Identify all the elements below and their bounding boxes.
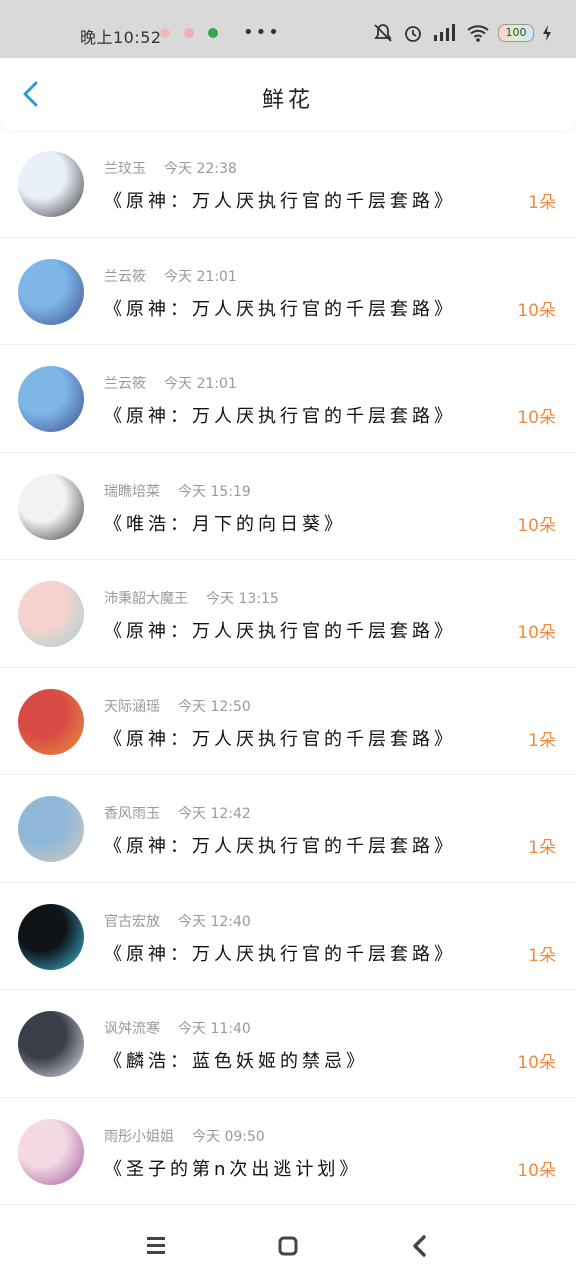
flower-count: 1朵 [528,730,556,751]
list-item[interactable]: 沛秉韶大魔王 今天 13:15 《原神：万人厌执行官的千层套路》 10朵 [0,560,576,668]
avatar[interactable] [18,473,84,540]
mute-bell-icon [374,24,392,42]
header: 鲜花 [0,58,576,130]
flower-count: 10朵 [517,1160,556,1181]
list-item[interactable]: 天际涵瑶 今天 12:50 《原神：万人厌执行官的千层套路》 1朵 [0,668,576,775]
timestamp: 今天 12:50 [178,698,251,715]
timestamp: 今天 12:40 [178,913,251,930]
avatar[interactable] [18,258,84,325]
home-button[interactable] [270,1228,306,1264]
book-title[interactable]: 《原神：万人厌执行官的千层套路》 [104,725,456,751]
timestamp: 今天 11:40 [178,1021,251,1037]
flower-count: 10朵 [517,1053,556,1073]
list-item[interactable]: 瑞瞧培菜 今天 15:19 《唯浩：月下的向日葵》 10朵 [0,453,576,560]
list-item[interactable]: 兰玟玉 今天 22:38 《原神：万人厌执行官的千层套路》 1朵 [0,130,576,238]
timestamp: 今天 12:42 [178,806,251,822]
status-bar: 晚上10:52 ••• 100 [0,0,576,58]
avatar[interactable] [18,1011,84,1077]
list-item[interactable]: 官古宏放 今天 12:40 《原神：万人厌执行官的千层套路》 1朵 [0,883,576,990]
gift-record-list: 兰玟玉 今天 22:38 《原神：万人厌执行官的千层套路》 1朵 兰云筱 今天 21:01… [0,130,576,1205]
battery-icon: 100 [498,24,534,42]
row-meta: 沛秉韶大魔王 今天 13:15 [104,588,279,608]
system-nav-bar [0,1210,576,1280]
more-notifications-icon: ••• [243,22,281,43]
page-title: 鲜花 [261,88,314,113]
notification-icon [184,28,194,38]
row-meta: 兰云筱 今天 21:01 [104,266,237,286]
menu-icon [147,1237,165,1254]
book-title[interactable]: 《原神：万人厌执行官的千层套路》 [104,832,456,858]
user-name[interactable]: 讽舛流寒 [104,1018,160,1038]
notification-icon [160,28,170,38]
avatar[interactable] [18,903,84,970]
alarm-icon [405,26,421,42]
charging-icon [543,25,551,41]
flower-count: 10朵 [517,623,556,643]
flower-count: 1朵 [528,838,556,858]
timestamp: 今天 22:38 [164,161,237,177]
flower-count: 10朵 [517,300,556,321]
list-item[interactable]: 讽舛流寒 今天 11:40 《麟浩：蓝色妖姬的禁忌》 10朵 [0,990,576,1098]
flower-count: 1朵 [528,945,556,966]
avatar[interactable] [18,581,84,647]
flower-count: 10朵 [517,408,556,428]
row-meta: 香风雨玉 今天 12:42 [104,803,251,823]
book-title[interactable]: 《圣子的第n次出逃计划》 [104,1155,361,1181]
signal-icon [434,24,455,41]
menu-button[interactable] [138,1228,174,1264]
row-meta: 官古宏放 今天 12:40 [104,911,251,931]
row-meta: 兰云筱 今天 21:01 [104,373,237,393]
flower-count: 10朵 [517,515,556,536]
user-name[interactable]: 天际涵瑶 [104,696,160,716]
user-name[interactable]: 兰云筱 [104,266,146,286]
status-system-icons: 100 [372,22,552,44]
row-meta: 雨彤小姐姐 今天 09:50 [104,1126,265,1146]
timestamp: 今天 09:50 [192,1128,265,1145]
avatar[interactable] [18,366,84,432]
list-item[interactable]: 雨彤小姐姐 今天 09:50 《圣子的第n次出逃计划》 10朵 [0,1098,576,1205]
row-meta: 兰玟玉 今天 22:38 [104,158,237,178]
timestamp: 今天 15:19 [178,483,251,500]
wifi-icon [467,25,489,42]
avatar[interactable] [18,796,84,862]
row-meta: 讽舛流寒 今天 11:40 [104,1018,251,1038]
home-square-icon [278,1236,298,1256]
user-name[interactable]: 雨彤小姐姐 [104,1126,174,1146]
book-title[interactable]: 《原神：万人厌执行官的千层套路》 [104,187,456,213]
user-name[interactable]: 兰玟玉 [104,158,146,178]
timestamp: 今天 21:01 [164,268,237,285]
list-item[interactable]: 兰云筱 今天 21:01 《原神：万人厌执行官的千层套路》 10朵 [0,238,576,345]
book-title[interactable]: 《原神：万人厌执行官的千层套路》 [104,617,456,643]
list-item[interactable]: 香风雨玉 今天 12:42 《原神：万人厌执行官的千层套路》 1朵 [0,775,576,883]
timestamp: 今天 13:15 [206,591,279,607]
list-item[interactable]: 兰云筱 今天 21:01 《原神：万人厌执行官的千层套路》 10朵 [0,345,576,453]
book-title[interactable]: 《原神：万人厌执行官的千层套路》 [104,402,456,428]
book-title[interactable]: 《麟浩：蓝色妖姬的禁忌》 [104,1047,368,1073]
flower-count: 1朵 [528,193,556,213]
book-title[interactable]: 《原神：万人厌执行官的千层套路》 [104,940,456,966]
book-title[interactable]: 《原神：万人厌执行官的千层套路》 [104,295,456,321]
status-time: 晚上10:52 [80,28,162,47]
avatar[interactable] [18,151,84,217]
avatar[interactable] [18,688,84,755]
avatar[interactable] [18,1118,84,1185]
timestamp: 今天 21:01 [164,376,237,392]
back-triangle-icon [413,1235,426,1257]
user-name[interactable]: 官古宏放 [104,911,160,931]
user-name[interactable]: 香风雨玉 [104,803,160,823]
system-back-button[interactable] [402,1228,438,1264]
user-name[interactable]: 沛秉韶大魔王 [104,588,188,608]
user-name[interactable]: 兰云筱 [104,373,146,393]
row-meta: 瑞瞧培菜 今天 15:19 [104,481,251,501]
book-title[interactable]: 《唯浩：月下的向日葵》 [104,510,346,536]
wechat-icon [208,28,218,38]
user-name[interactable]: 瑞瞧培菜 [104,481,160,501]
row-meta: 天际涵瑶 今天 12:50 [104,696,251,716]
status-notification-icons [160,28,218,38]
